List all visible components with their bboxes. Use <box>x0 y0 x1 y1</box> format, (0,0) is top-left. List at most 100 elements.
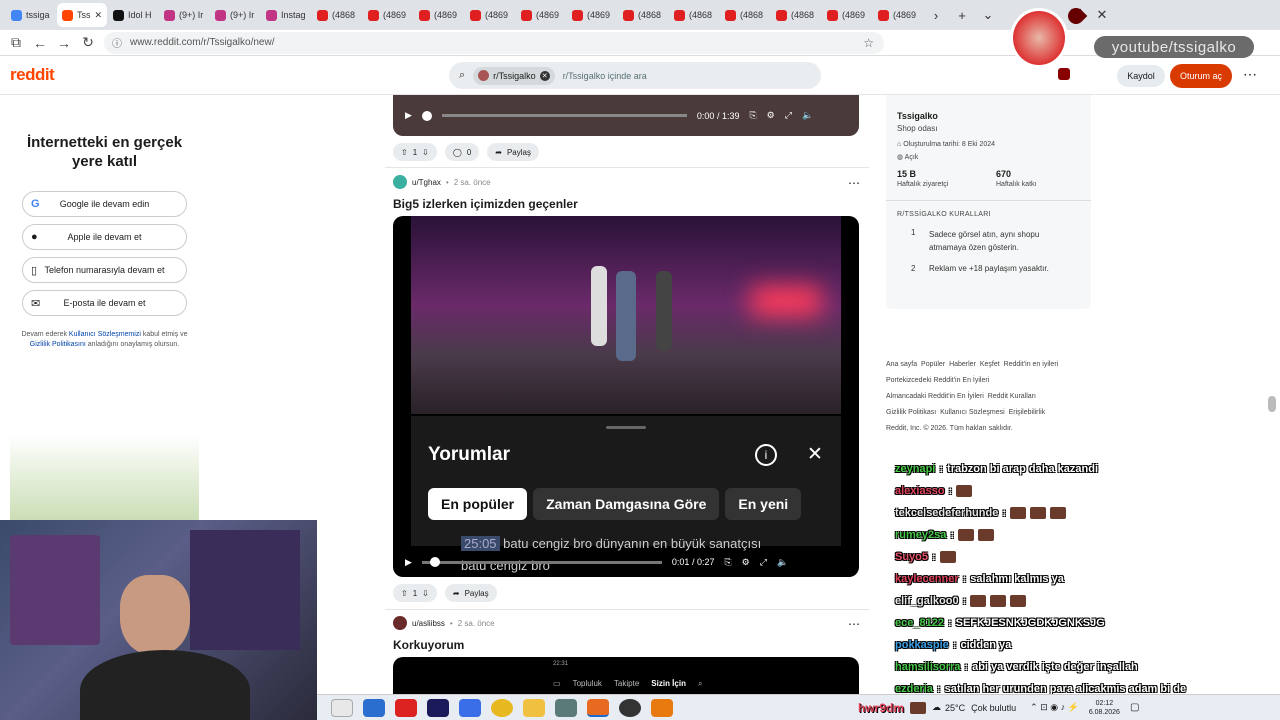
downvote-icon[interactable]: ⇩ <box>422 589 429 598</box>
browser-tab[interactable]: (4869 <box>516 3 566 27</box>
terms-link[interactable]: Kullanıcı Sözleşmemizi <box>69 331 141 338</box>
notification-icon[interactable]: ▢ <box>1130 702 1139 713</box>
firefox-icon[interactable] <box>587 698 609 717</box>
address-bar[interactable]: ⓘ www.reddit.com/r/Tssigalko/new/ ☆ <box>104 31 884 54</box>
video-player[interactable]: ▶ 0:00 / 1:39 ⎘ ⚙ ⤢ 🔈 <box>393 95 859 136</box>
bookmark-star-icon[interactable]: ☆ <box>863 36 874 50</box>
browser-tab[interactable]: (9+) Ir <box>210 3 260 27</box>
browser-tab[interactable]: Instag <box>261 3 311 27</box>
browser-tab[interactable]: (4869 <box>363 3 413 27</box>
browser-tab[interactable]: (4869 <box>873 3 923 27</box>
footer-link[interactable]: Portekizcedeki Reddit'in En İyileri <box>886 377 989 384</box>
tab-scroll-right-icon[interactable]: › <box>923 8 949 23</box>
post-title[interactable]: Korkuyorum <box>393 638 464 652</box>
volume-icon[interactable]: 🔈 <box>802 110 813 121</box>
browser-tab[interactable]: (4868 <box>312 3 362 27</box>
post-username[interactable]: u/Tghax <box>412 178 441 187</box>
rule-item[interactable]: 1 Sadece görsel atın, aynı shopu atmamaya… <box>897 228 1080 254</box>
browser-tab[interactable]: (4869 <box>414 3 464 27</box>
comments-button[interactable]: ◯ 0 <box>444 143 480 161</box>
browser-tab[interactable]: (4869 <box>567 3 617 27</box>
tab-close-icon[interactable]: ✕ <box>95 10 103 21</box>
reload-icon[interactable]: ↻ <box>76 34 100 51</box>
close-icon[interactable]: ✕ <box>807 443 823 466</box>
seek-bar[interactable] <box>441 114 687 117</box>
settings-icon[interactable]: ⚙ <box>767 110 775 121</box>
share-button[interactable]: ➦ Paylaş <box>487 143 539 161</box>
tab-newest[interactable]: En yeni <box>725 488 802 520</box>
taskview-icon[interactable] <box>331 698 353 717</box>
video-player[interactable]: Yorumlar i ✕ En popüler Zaman Damgasına … <box>393 216 859 577</box>
seek-bar[interactable] <box>421 556 662 567</box>
footer-link[interactable]: Popüler <box>921 361 945 368</box>
tab-popular[interactable]: En popüler <box>428 488 528 520</box>
upvote-icon[interactable]: ⇧ <box>401 148 408 157</box>
play-icon[interactable]: ▶ <box>405 110 412 121</box>
rule-item[interactable]: 2 Reklam ve +18 paylaşım yasaktır. <box>897 264 1080 299</box>
tab-search-icon[interactable]: ⌄ <box>975 7 1001 23</box>
footer-link[interactable]: Gizlilik Politikası <box>886 409 936 416</box>
captions-icon[interactable]: ⎘ <box>749 110 756 121</box>
tab-timestamp[interactable]: Zaman Damgasına Göre <box>533 488 720 520</box>
footer-link[interactable]: Keşfet <box>980 361 1000 368</box>
email-signin-button[interactable]: ✉ E-posta ile devam et <box>22 290 187 316</box>
drag-handle[interactable] <box>606 426 646 429</box>
vlc-icon[interactable] <box>651 698 673 717</box>
signup-button[interactable]: Kaydol <box>1117 65 1165 87</box>
weather-text[interactable]: Çok bulutlu <box>971 703 1016 713</box>
browser-tab[interactable]: (4868 <box>618 3 668 27</box>
footer-link[interactable]: Erişilebilirlik <box>1009 409 1046 416</box>
browser-tab[interactable]: (4869 <box>822 3 872 27</box>
browser-tab[interactable]: tssiga <box>6 3 56 27</box>
footer-link[interactable]: Ana sayfa <box>886 361 917 368</box>
login-button[interactable]: Oturum aç <box>1170 64 1232 88</box>
fullscreen-icon[interactable]: ⤢ <box>785 110 792 121</box>
back-icon[interactable]: ← <box>28 35 52 51</box>
image-preview[interactable]: 22:31 ▭ Topluluk Takipte Sizin İçin ⌕ <box>393 657 859 697</box>
share-button[interactable]: ➦ Paylaş <box>444 584 497 602</box>
user-avatar[interactable] <box>393 616 407 630</box>
subreddit-chip[interactable]: r/Tssigalko ✕ <box>473 66 555 85</box>
info-icon[interactable]: i <box>755 444 777 466</box>
forward-icon[interactable]: → <box>52 35 76 51</box>
chip-close-icon[interactable]: ✕ <box>539 70 550 81</box>
obs-icon[interactable] <box>619 698 641 717</box>
privacy-link[interactable]: Gizlilik Politikasını <box>30 341 86 348</box>
browser-tab[interactable]: (9+) Ir <box>159 3 209 27</box>
phone-signin-button[interactable]: ▯ Telefon numarasıyla devam et <box>22 257 187 283</box>
volume-icon[interactable]: 🔈 <box>777 557 788 568</box>
opera-icon[interactable] <box>395 698 417 717</box>
new-tab-icon[interactable]: + <box>949 8 975 23</box>
browser-tab[interactable]: (4868 <box>720 3 770 27</box>
browser-tab[interactable]: Idol H <box>108 3 158 27</box>
sidebar-toggle-icon[interactable]: ⧉ <box>4 34 28 51</box>
browser-tab[interactable]: (4868 <box>669 3 719 27</box>
google-signin-button[interactable]: G Google ile devam edin <box>22 191 187 217</box>
play-icon[interactable]: ▶ <box>405 557 412 568</box>
reddit-logo[interactable]: reddit <box>10 65 55 85</box>
more-options-icon[interactable]: ⋯ <box>1243 66 1257 83</box>
site-info-icon[interactable]: ⓘ <box>112 35 122 50</box>
seek-handle[interactable] <box>421 110 432 121</box>
footer-link[interactable]: Almancadaki Reddit'in En İyileri <box>886 393 984 400</box>
downvote-icon[interactable]: ⇩ <box>422 148 429 157</box>
app-icon[interactable] <box>459 698 481 717</box>
upvote-icon[interactable]: ⇧ <box>401 589 408 598</box>
premiere-icon[interactable] <box>427 698 449 717</box>
weather-temp[interactable]: 25°C <box>945 703 965 713</box>
post-more-icon[interactable]: ⋯ <box>848 176 860 190</box>
mail-icon[interactable] <box>363 698 385 717</box>
browser-tab[interactable]: (4868 <box>771 3 821 27</box>
footer-link[interactable]: Kullanıcı Sözleşmesi <box>940 409 1005 416</box>
browser-tab[interactable]: Tss ✕ <box>57 3 107 27</box>
footer-link[interactable]: Reddit'in en iyileri <box>1004 361 1059 368</box>
post-username[interactable]: u/asliibss <box>412 619 445 628</box>
page-scrollbar[interactable] <box>1268 396 1276 412</box>
browser-tab[interactable]: (4869 <box>465 3 515 27</box>
post-more-icon[interactable]: ⋯ <box>848 617 860 631</box>
post-title[interactable]: Big5 izlerken içimizden geçenler <box>393 197 578 211</box>
clock[interactable]: 02:12 6.08.2026 <box>1089 699 1120 717</box>
folder-icon[interactable] <box>523 698 545 717</box>
search-bar[interactable]: ⌕ r/Tssigalko ✕ r/Tssigalko içinde ara <box>449 62 821 89</box>
tray-icons[interactable]: ⌃ ⊡ ◉ ♪ ⚡ <box>1030 702 1079 713</box>
